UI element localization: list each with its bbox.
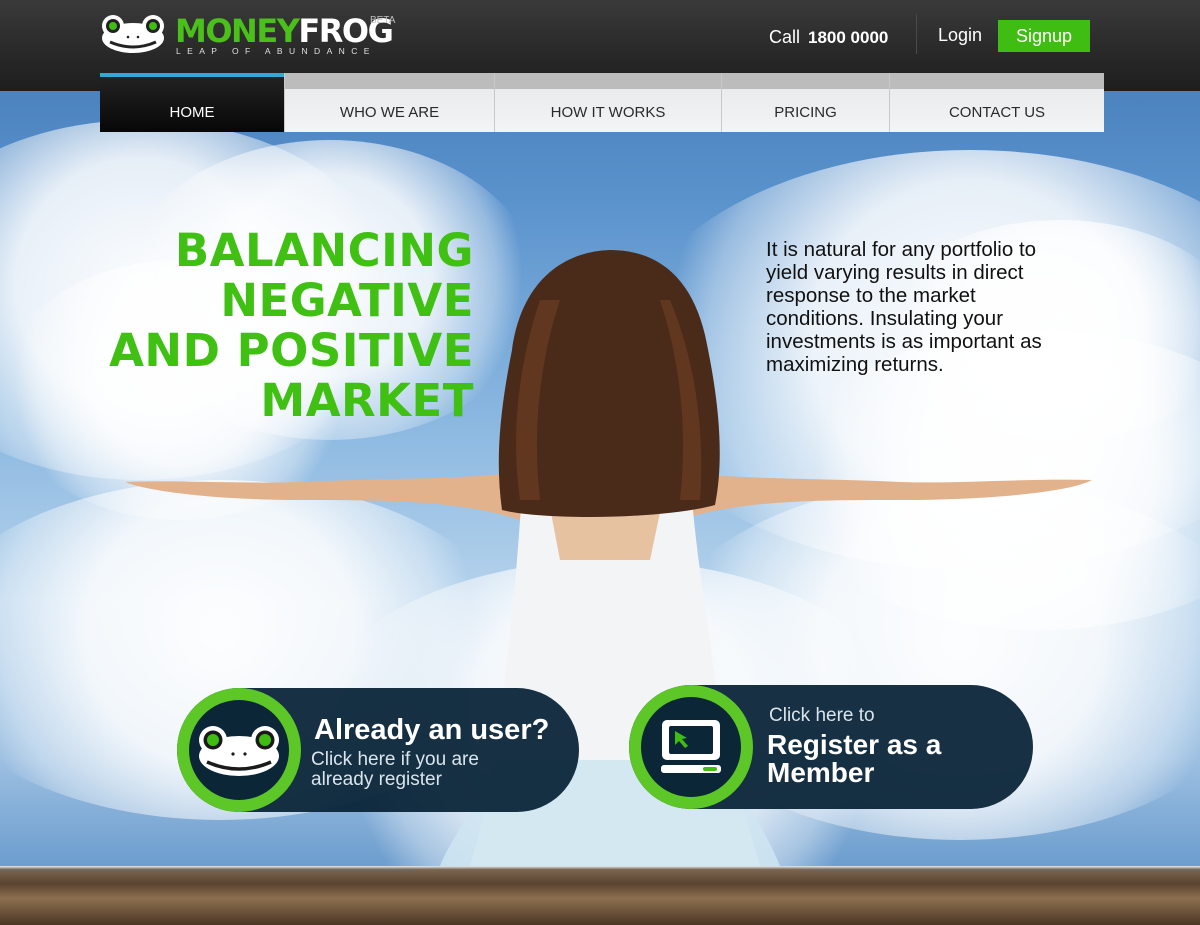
- signup-button[interactable]: Signup: [998, 20, 1090, 52]
- frog-icon: [199, 726, 279, 776]
- nav-item-contact-us[interactable]: CONTACT US: [889, 73, 1104, 132]
- ground-strip: [0, 866, 1200, 925]
- main-nav: HOME WHO WE ARE HOW IT WORKS PRICING CON…: [100, 73, 1104, 132]
- hero-intro-text: It is natural for any portfolio to yield…: [766, 238, 1042, 376]
- headline-line: NEGATIVE: [220, 274, 474, 327]
- woman-balancing-image: [125, 250, 1092, 866]
- hero-headline: BALANCING NEGATIVE AND POSITIVE MARKET: [100, 226, 474, 426]
- brand-name-money: MONEY: [175, 12, 300, 50]
- nav-item-pricing[interactable]: PRICING: [721, 73, 889, 132]
- register-member-button[interactable]: Click here to Register as a Member: [629, 685, 1033, 809]
- cta-title: Already an user?: [314, 714, 550, 746]
- cta-icon-ring: [177, 688, 301, 812]
- phone-number[interactable]: 1800 0000: [808, 28, 888, 47]
- brand-tagline: LEAP OF ABUNDANCE: [176, 46, 376, 56]
- brand-name: MONEYFROG: [175, 12, 394, 50]
- computer-icon: [661, 720, 721, 773]
- headline-line: BALANCING: [174, 224, 474, 277]
- call-label: Call: [769, 27, 801, 47]
- headline-line: AND POSITIVE: [109, 324, 474, 377]
- nav-item-how-it-works[interactable]: HOW IT WORKS: [494, 73, 721, 132]
- nav-item-who-we-are[interactable]: WHO WE ARE: [284, 73, 494, 132]
- frog-logo-icon: [102, 15, 164, 53]
- hero-background: [0, 0, 1200, 925]
- beta-badge: BETA: [370, 15, 396, 26]
- login-link[interactable]: Login: [938, 25, 982, 46]
- headline-line: MARKET: [260, 374, 474, 427]
- nav-item-home[interactable]: HOME: [100, 73, 284, 132]
- cta-prefix: Click here to: [769, 705, 875, 726]
- call-info: Call 1800 0000: [769, 27, 888, 48]
- header-divider: [916, 14, 917, 54]
- cta-title: Register as a Member: [767, 729, 942, 788]
- existing-user-login-button[interactable]: Already an user? Click here if you are a…: [177, 688, 579, 812]
- cta-subtitle: Click here if you are already register: [311, 749, 479, 790]
- brand-logo[interactable]: MONEYFROG BETA LEAP OF ABUNDANCE: [100, 12, 410, 62]
- cta-icon-ring: [629, 685, 753, 809]
